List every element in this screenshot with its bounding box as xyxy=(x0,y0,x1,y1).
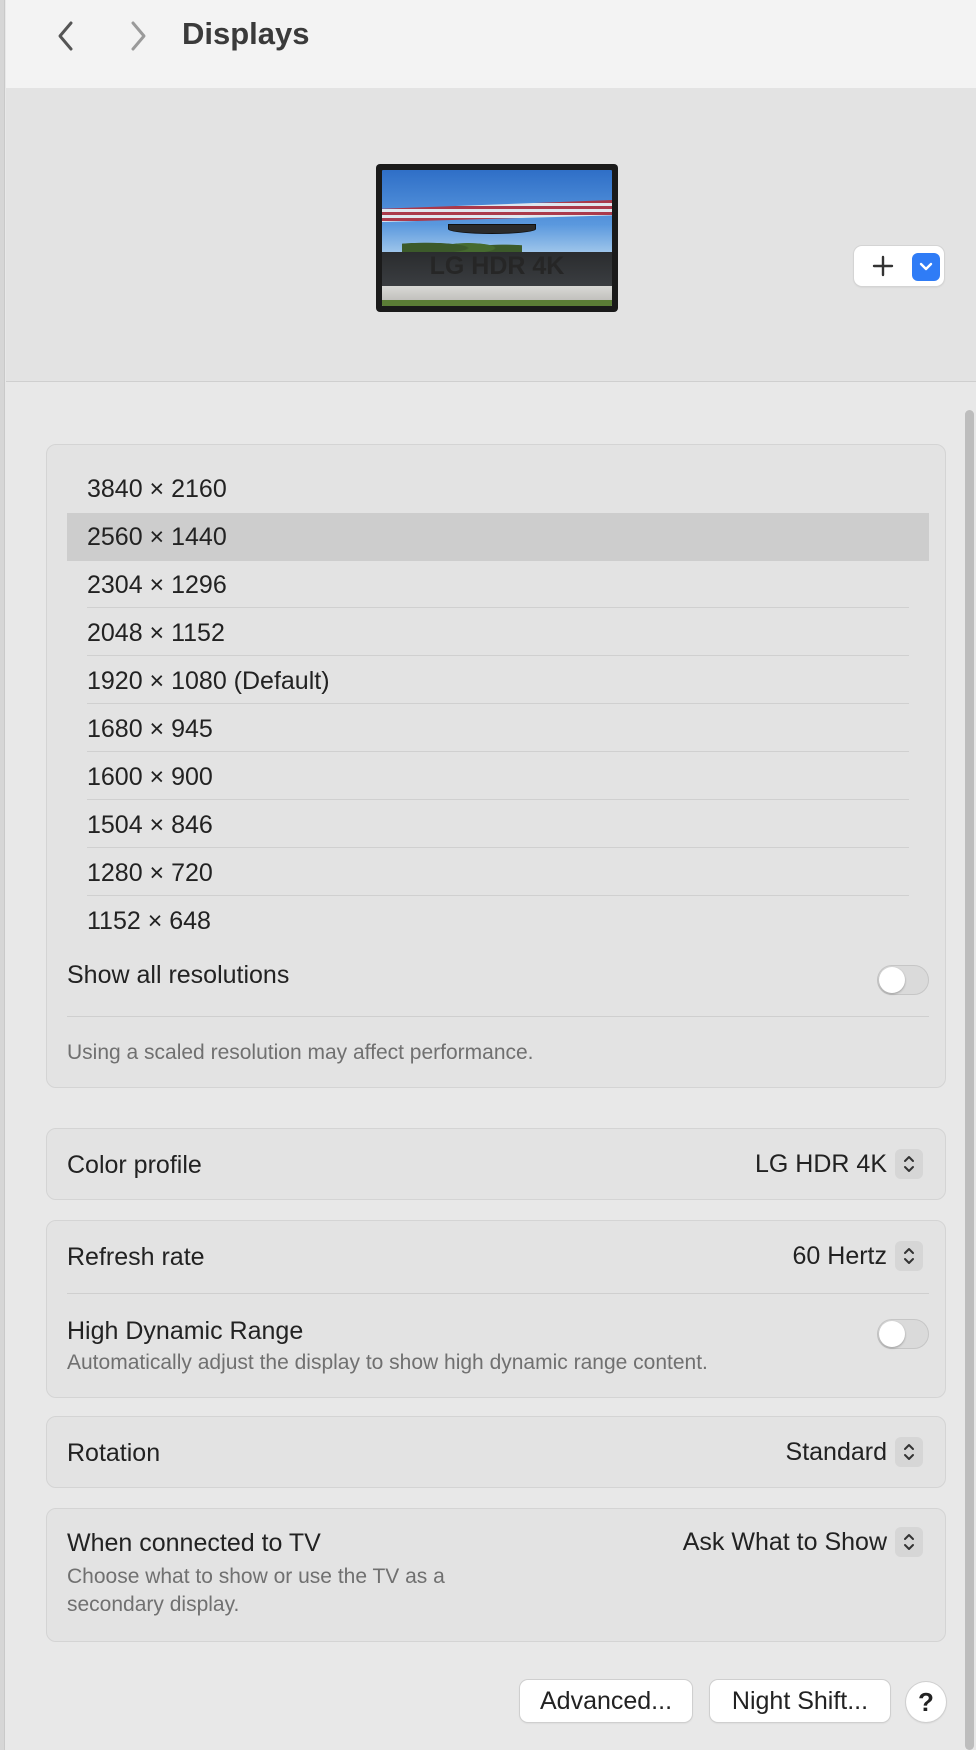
advanced-button[interactable]: Advanced... xyxy=(520,1680,692,1722)
help-button[interactable]: ? xyxy=(906,1682,946,1722)
hdr-toggle[interactable] xyxy=(877,1319,929,1349)
resolution-option[interactable]: 2304 × 1296 xyxy=(67,561,929,609)
rotation-popup[interactable]: Standard xyxy=(786,1437,923,1467)
page-title: Displays xyxy=(182,16,310,51)
resolution-option[interactable]: 1152 × 648 xyxy=(67,897,929,945)
monitor-stand xyxy=(448,224,536,234)
hdr-description: Automatically adjust the display to show… xyxy=(67,1351,708,1374)
resolution-option[interactable]: 2048 × 1152 xyxy=(67,609,929,657)
resolution-group: 3840 × 2160 2560 × 1440 2304 × 1296 2048… xyxy=(46,444,946,1088)
back-button[interactable] xyxy=(44,14,88,58)
resolution-option[interactable]: 1680 × 945 xyxy=(67,705,929,753)
divider xyxy=(87,607,909,608)
tv-description-line-2: secondary display. xyxy=(67,1593,240,1616)
scaled-resolution-note: Using a scaled resolution may affect per… xyxy=(67,1041,534,1064)
rotation-label: Rotation xyxy=(67,1439,161,1467)
color-profile-popup[interactable]: LG HDR 4K xyxy=(755,1149,923,1179)
resolution-option[interactable]: 1600 × 900 xyxy=(67,753,929,801)
refresh-rate-label: Refresh rate xyxy=(67,1243,205,1271)
resolution-option[interactable]: 1280 × 720 xyxy=(67,849,929,897)
up-down-chevron-icon xyxy=(895,1241,923,1271)
refresh-rate-popup[interactable]: 60 Hertz xyxy=(793,1241,923,1271)
resolution-option[interactable]: 3840 × 2160 xyxy=(67,465,929,513)
divider xyxy=(87,895,909,896)
resolution-option[interactable]: 1504 × 846 xyxy=(67,801,929,849)
display-arrangement-area xyxy=(6,88,976,382)
scrollbar-thumb[interactable] xyxy=(965,410,974,1750)
up-down-chevron-icon xyxy=(895,1437,923,1467)
refresh-hdr-group: Refresh rate 60 Hertz High Dynamic Range… xyxy=(46,1220,946,1398)
divider xyxy=(87,847,909,848)
tv-group: When connected to TV Choose what to show… xyxy=(46,1508,946,1642)
tv-label: When connected to TV xyxy=(67,1529,321,1557)
night-shift-button[interactable]: Night Shift... xyxy=(710,1680,890,1722)
hdr-label: High Dynamic Range xyxy=(67,1317,304,1345)
divider xyxy=(87,799,909,800)
tv-description-line-1: Choose what to show or use the TV as a xyxy=(67,1565,445,1588)
divider xyxy=(87,751,909,752)
scrollbar[interactable] xyxy=(962,406,976,1750)
up-down-chevron-icon xyxy=(895,1527,923,1557)
chevron-right-icon xyxy=(131,21,146,51)
show-all-resolutions-toggle[interactable] xyxy=(877,965,929,995)
refresh-rate-value: 60 Hertz xyxy=(792,1241,887,1270)
display-thumbnail[interactable] xyxy=(376,164,618,312)
chevron-down-icon xyxy=(919,262,933,271)
show-all-resolutions-label: Show all resolutions xyxy=(67,961,290,989)
tv-popup[interactable]: Ask What to Show xyxy=(683,1527,923,1557)
up-down-chevron-icon xyxy=(895,1149,923,1179)
tv-value: Ask What to Show xyxy=(682,1527,887,1556)
wallpaper-preview xyxy=(382,170,612,306)
color-profile-label: Color profile xyxy=(67,1151,202,1179)
rotation-value: Standard xyxy=(785,1437,887,1466)
forward-button[interactable] xyxy=(116,14,160,58)
color-profile-value: LG HDR 4K xyxy=(755,1149,887,1178)
display-name: LG HDR 4K xyxy=(429,252,565,280)
toggle-knob xyxy=(879,967,905,993)
divider xyxy=(67,1293,929,1294)
add-display-menu-button[interactable] xyxy=(912,253,940,281)
divider xyxy=(87,703,909,704)
plus-icon xyxy=(872,255,894,277)
add-display-button[interactable] xyxy=(868,252,898,280)
toggle-knob xyxy=(879,1321,905,1347)
resolution-option[interactable]: 1920 × 1080 (Default) xyxy=(67,657,929,705)
divider xyxy=(87,655,909,656)
toolbar: Displays xyxy=(6,0,976,88)
resolution-option-selected[interactable]: 2560 × 1440 xyxy=(67,513,929,561)
divider xyxy=(67,1016,929,1017)
add-display-control xyxy=(854,246,944,286)
color-profile-group: Color profile LG HDR 4K xyxy=(46,1128,946,1200)
rotation-group: Rotation Standard xyxy=(46,1416,946,1488)
chevron-left-icon xyxy=(58,21,73,51)
